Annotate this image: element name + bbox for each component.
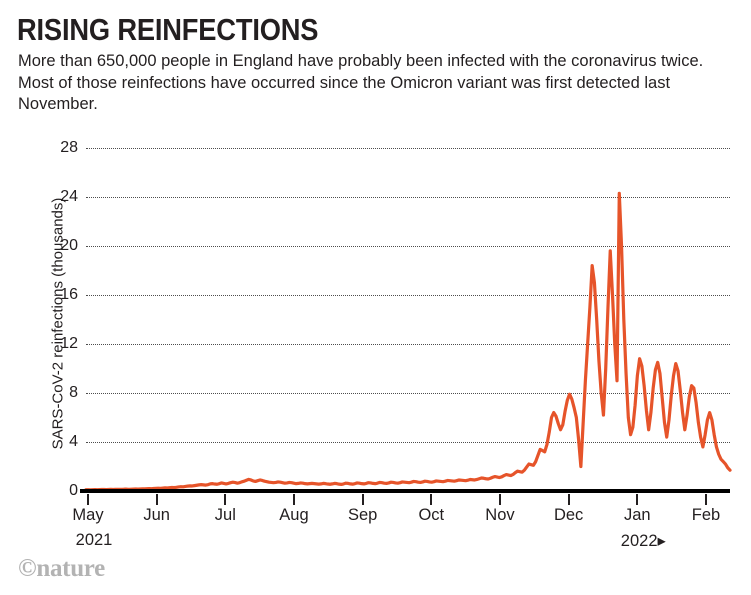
x-tick-mark-dec (567, 494, 570, 505)
x-tick-label-feb: Feb (691, 506, 721, 524)
x-axis-year-2022: 2022▸ (620, 532, 666, 550)
x-tick-mark-jun (155, 494, 158, 505)
x-tick-label-aug: Aug (279, 506, 309, 524)
x-axis-line (80, 489, 730, 493)
x-tick-label-jul: Jul (214, 506, 236, 524)
x-tick-mark-aug (292, 494, 295, 505)
x-tick-label-may: May (72, 506, 104, 524)
x-tick-mark-nov (498, 494, 501, 505)
nature-chart-figure: RISING REINFECTIONS More than 650,000 pe… (0, 0, 751, 595)
x-tick-mark-jul (224, 494, 227, 505)
x-tick-label-oct: Oct (418, 506, 445, 524)
x-axis-year-2021: 2021 (75, 531, 113, 549)
chart-plot-area: SARS-CoV-2 reinfections (thousands) 0481… (0, 0, 751, 595)
x-tick-label-dec: Dec (553, 506, 584, 524)
x-tick-label-nov: Nov (485, 506, 515, 524)
x-tick-mark-may (87, 494, 89, 505)
x-tick-mark-jan (636, 494, 639, 505)
x-tick-label-jan: Jan (623, 506, 651, 524)
x-tick-mark-sep (361, 494, 364, 505)
nature-credit-logo: ©nature (18, 555, 105, 582)
x-tick-label-sep: Sep (347, 506, 378, 524)
x-tick-mark-feb (704, 494, 707, 505)
x-tick-label-jun: Jun (143, 506, 170, 524)
x-tick-mark-oct (430, 494, 433, 505)
